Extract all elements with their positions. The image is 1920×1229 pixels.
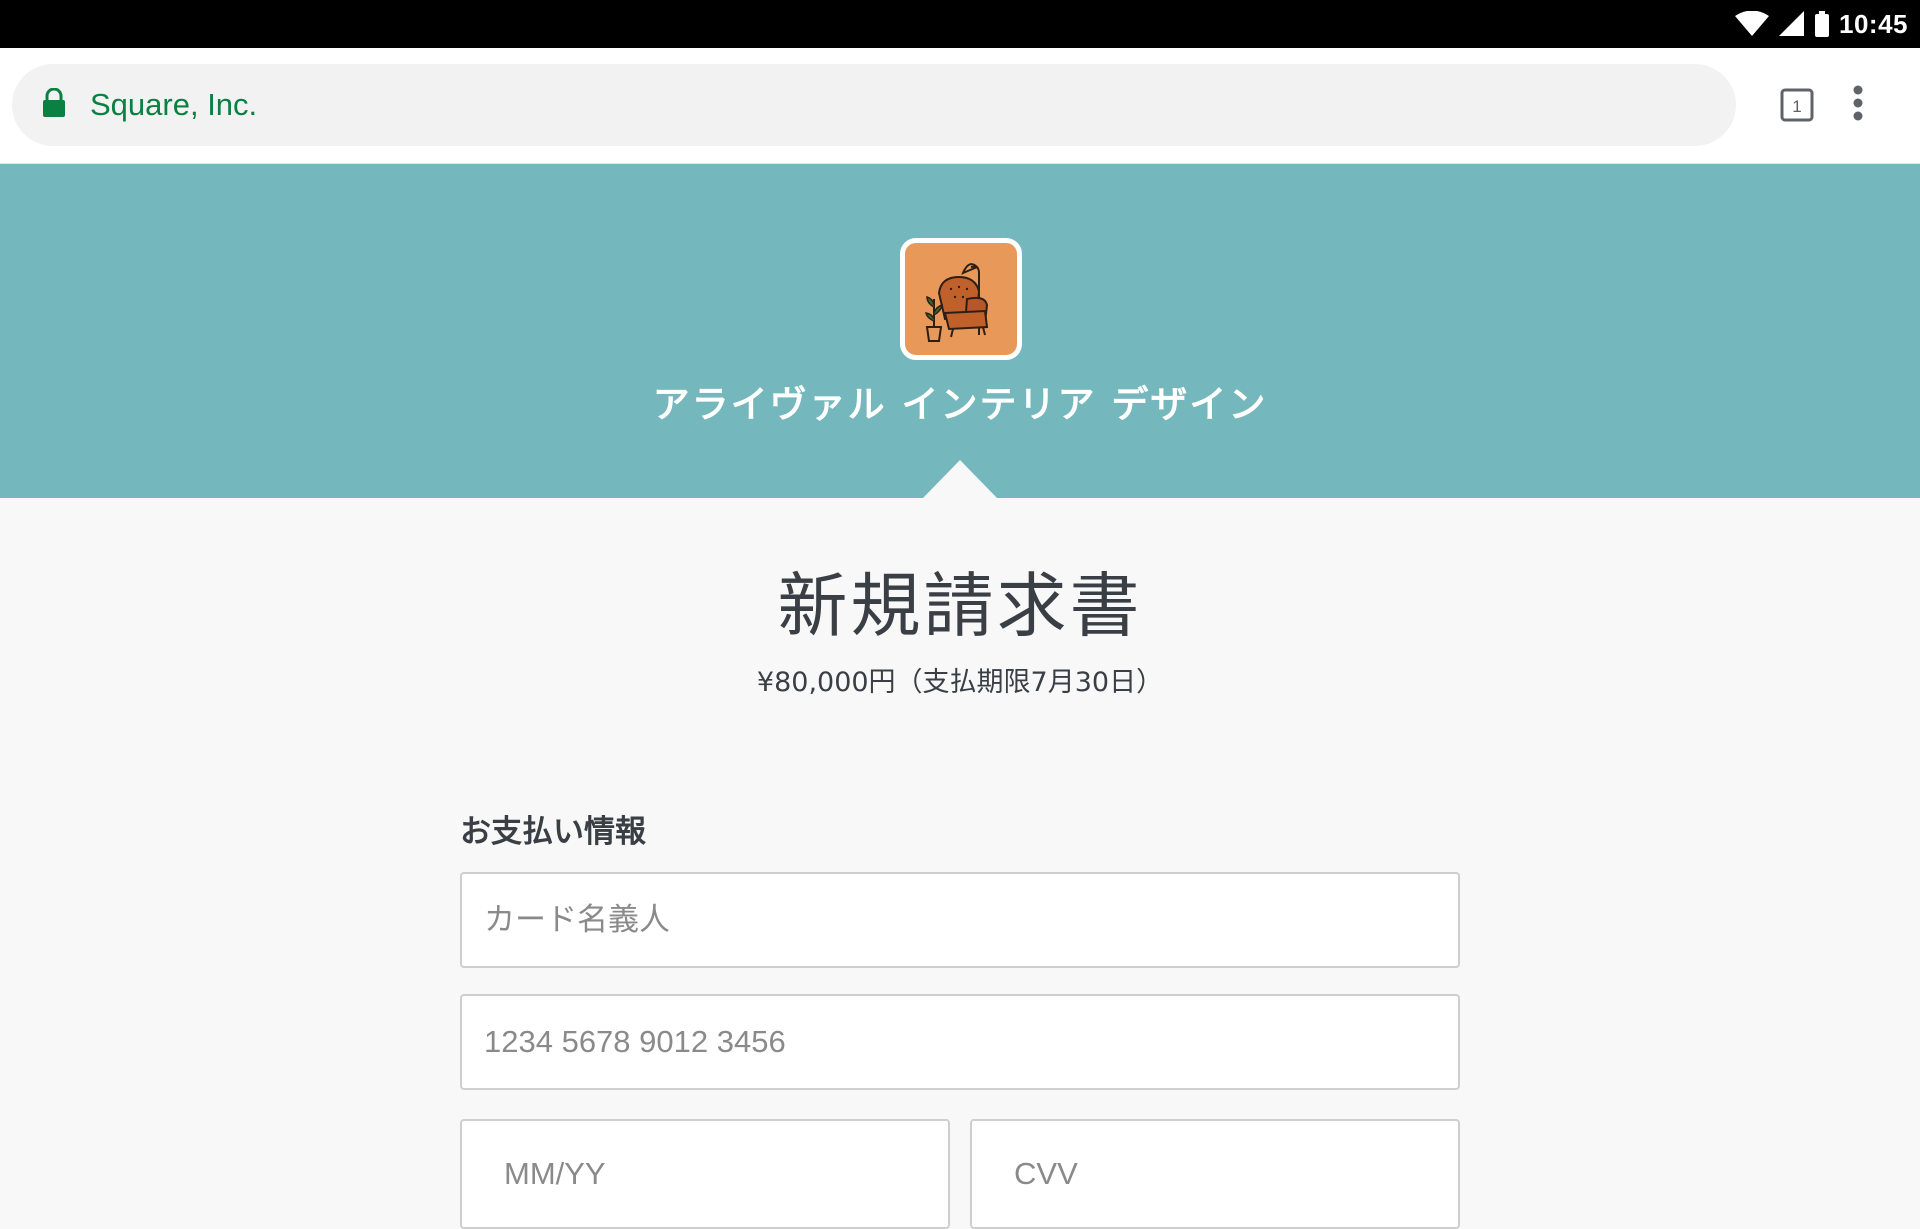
more-vert-icon — [1853, 85, 1863, 121]
armchair-logo-icon — [925, 263, 989, 342]
merchant-name: アライヴァル インテリア デザイン — [652, 383, 1268, 426]
cardholder-name-input[interactable] — [460, 872, 1460, 968]
browser-toolbar: Square, Inc. 1 — [0, 48, 1920, 164]
card-number-input[interactable] — [460, 994, 1460, 1090]
wifi-icon — [1735, 11, 1769, 36]
expiry-input[interactable] — [460, 1119, 950, 1229]
merchant-logo — [900, 238, 1022, 360]
merchant-header: アライヴァル インテリア デザイン — [0, 164, 1920, 498]
tab-switcher-icon: 1 — [1780, 88, 1814, 122]
signal-icon — [1779, 11, 1804, 36]
tab-count: 1 — [1792, 97, 1801, 116]
overflow-menu-button[interactable] — [1852, 84, 1864, 126]
url-text[interactable]: Square, Inc. — [90, 64, 257, 146]
lock-icon — [43, 88, 65, 117]
status-icons: 10:45 — [1735, 0, 1908, 48]
payment-info-heading: お支払い情報 — [460, 814, 646, 850]
battery-icon — [1815, 11, 1829, 37]
cvv-input[interactable] — [970, 1119, 1460, 1229]
url-bar[interactable]: Square, Inc. — [12, 64, 1736, 146]
header-notch — [923, 460, 997, 498]
tab-switcher-button[interactable]: 1 — [1780, 88, 1814, 126]
invoice-title: 新規請求書 — [777, 565, 1143, 647]
status-bar: 10:45 — [0, 0, 1920, 48]
status-time: 10:45 — [1839, 8, 1908, 39]
invoice-amount: ¥80,000円（支払期限7月30日） — [756, 667, 1164, 698]
